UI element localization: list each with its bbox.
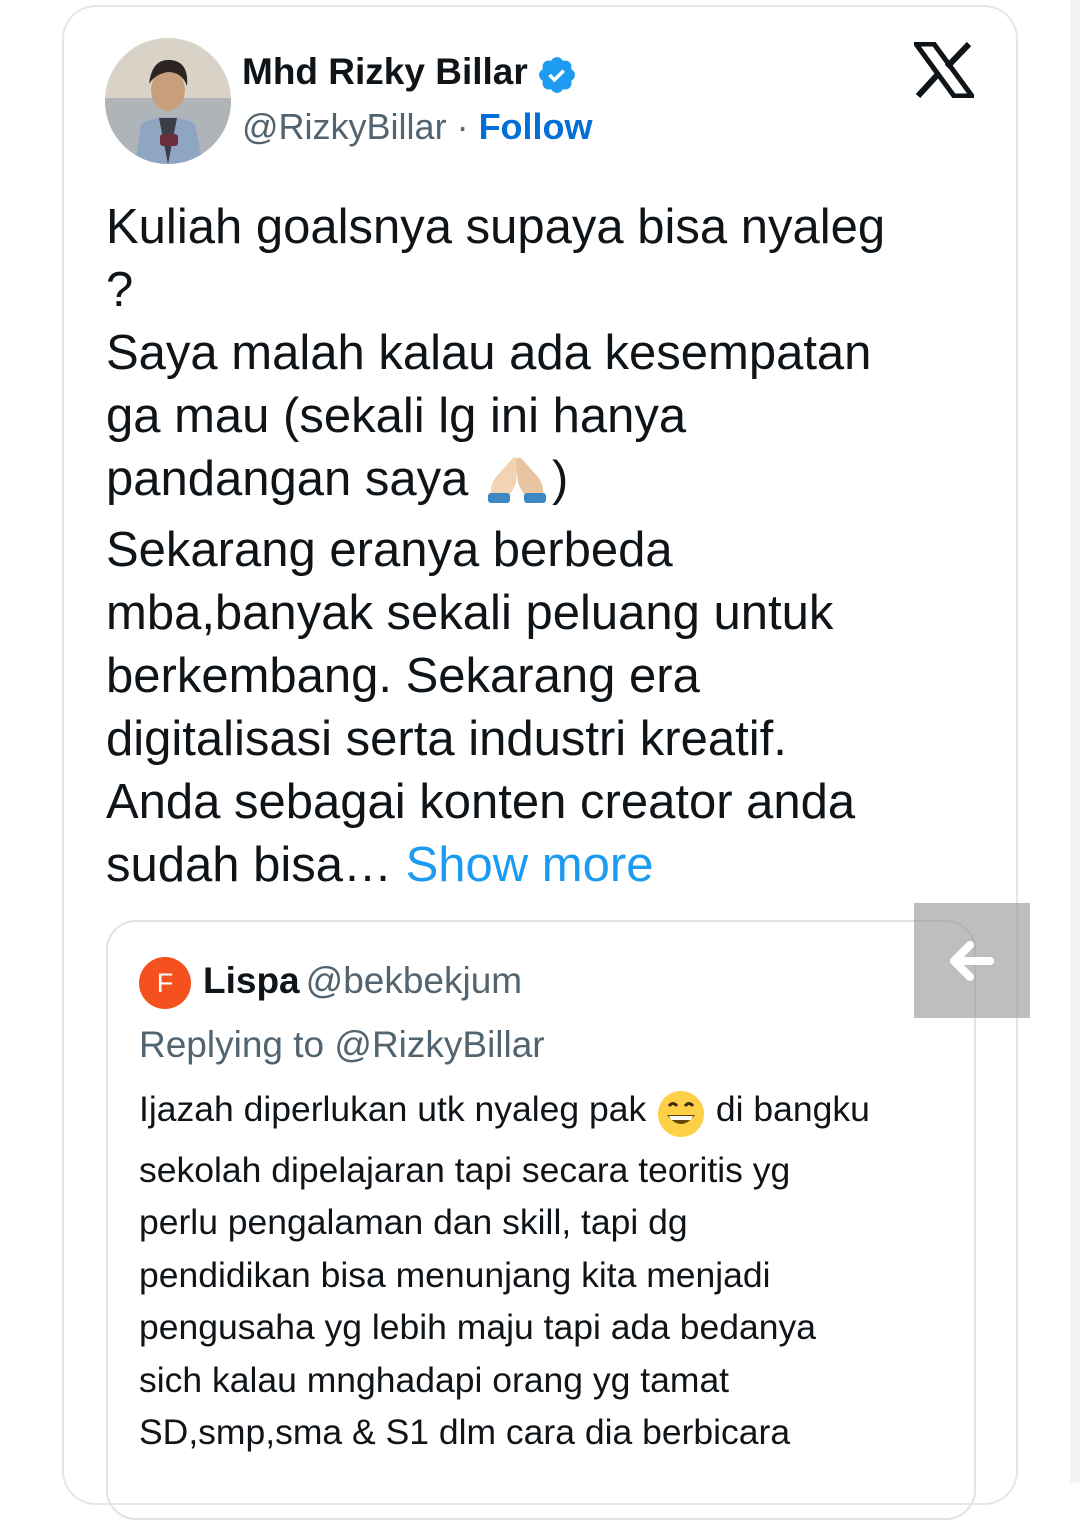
quote-text: Ijazah diperlukan utk nyaleg pak di bang… — [139, 1083, 959, 1459]
handle-separator: · — [446, 106, 479, 147]
quote-author-handle[interactable]: @bekbekjum — [306, 960, 523, 1001]
quote-avatar[interactable]: F — [139, 957, 191, 1009]
grinning-emoji — [656, 1089, 706, 1144]
author-handle[interactable]: @RizkyBillar — [242, 106, 447, 147]
show-more-link[interactable]: Show more — [406, 838, 654, 892]
author-handle-row: @RizkyBillar · Follow — [242, 105, 593, 149]
screen-edge — [1070, 0, 1080, 1483]
x-logo-icon[interactable] — [914, 42, 974, 98]
tweet-text: Kuliah goalsnya supaya bisa nyaleg ? Say… — [106, 196, 966, 897]
quote-text-part-2: di bangku sekolah dipelajaran tapi secar… — [139, 1089, 870, 1452]
author-avatar[interactable] — [105, 38, 231, 164]
quote-text-part-1: Ijazah diperlukan utk nyaleg pak — [139, 1089, 657, 1129]
quote-header: Lispa @bekbekjum — [203, 958, 522, 1004]
verified-badge-icon — [539, 57, 575, 93]
arrow-left-icon — [950, 941, 994, 981]
quote-replying-to: Replying to @RizkyBillar — [139, 1024, 545, 1065]
folded-hands-emoji — [482, 453, 552, 519]
author-display-name[interactable]: Mhd Rizky Billar — [242, 50, 528, 94]
back-button[interactable] — [914, 903, 1030, 1018]
follow-button[interactable]: Follow — [479, 106, 593, 147]
quote-author-name[interactable]: Lispa — [203, 960, 300, 1001]
tweet-text-part-2: ) Sekarang eranya berbeda mba,banyak sek… — [106, 452, 856, 892]
